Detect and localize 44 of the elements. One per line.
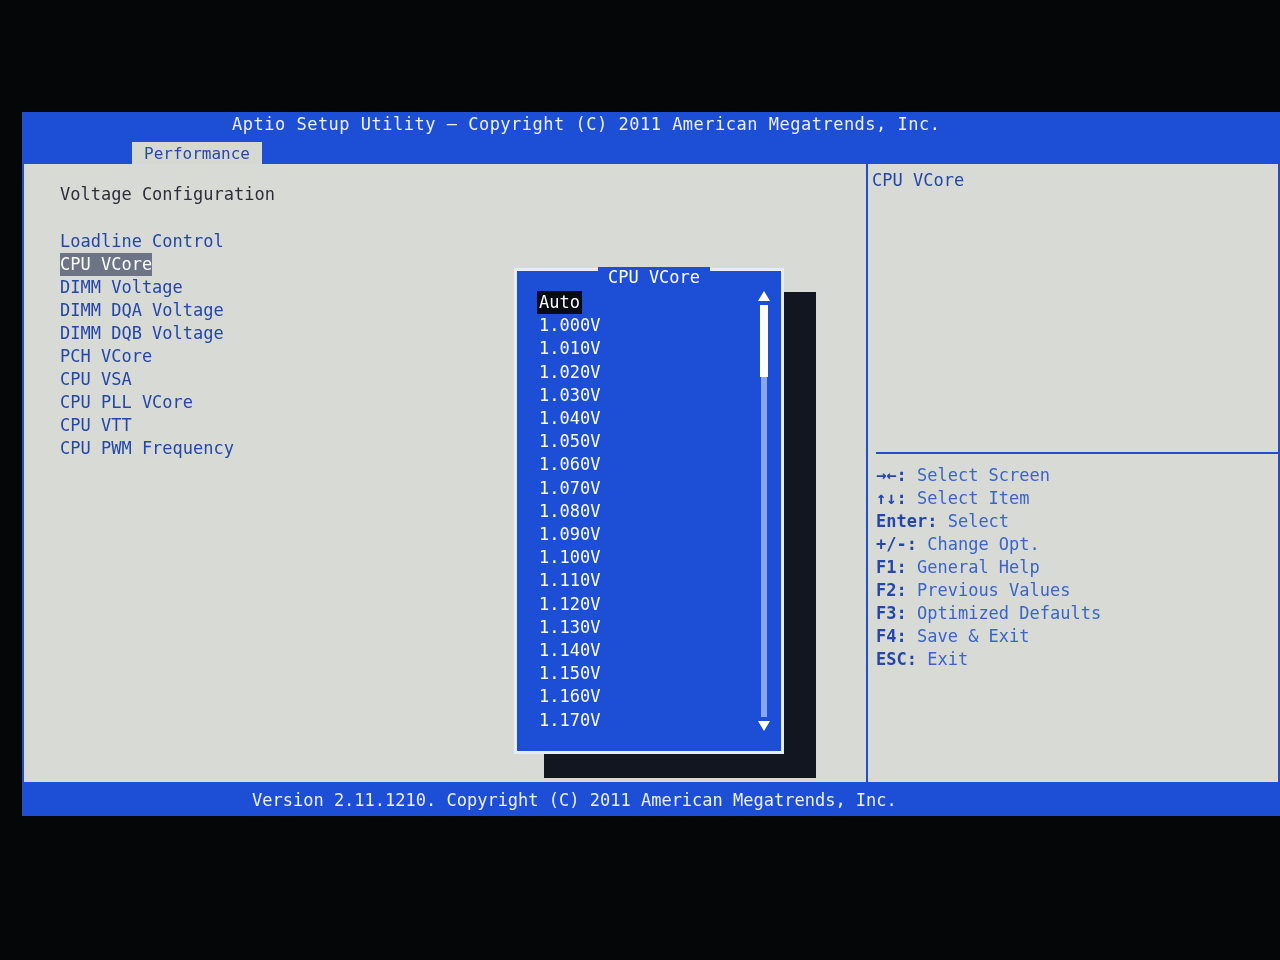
key-hint: F2: Previous Values bbox=[876, 579, 1071, 602]
setting-item[interactable]: DIMM DQB Voltage bbox=[60, 322, 224, 345]
setting-item[interactable]: CPU PWM Frequency bbox=[60, 437, 234, 460]
option-item[interactable]: 1.170V bbox=[537, 708, 603, 732]
option-item[interactable]: 1.050V bbox=[537, 430, 603, 454]
key-hint: F3: Optimized Defaults bbox=[876, 602, 1102, 625]
option-item[interactable]: 1.120V bbox=[537, 592, 603, 616]
key-hint: Enter: Select bbox=[876, 510, 1010, 533]
setting-item[interactable]: CPU VCore bbox=[60, 253, 153, 276]
window-title: Aptio Setup Utility – Copyright (C) 2011 American Megatrends, Inc. bbox=[232, 114, 941, 134]
option-item[interactable]: 1.060V bbox=[537, 453, 603, 477]
option-item[interactable]: 1.030V bbox=[537, 383, 603, 407]
option-item[interactable]: 1.150V bbox=[537, 662, 603, 686]
option-item[interactable]: Auto bbox=[537, 291, 582, 315]
setting-item[interactable]: CPU VSA bbox=[60, 368, 132, 391]
setting-item[interactable]: DIMM DQA Voltage bbox=[60, 299, 224, 322]
setting-item[interactable]: DIMM Voltage bbox=[60, 276, 183, 299]
key-hint: F4: Save & Exit bbox=[876, 625, 1030, 648]
setting-item[interactable]: CPU VTT bbox=[60, 414, 132, 437]
option-item[interactable]: 1.160V bbox=[537, 685, 603, 709]
option-item[interactable]: 1.080V bbox=[537, 499, 603, 524]
help-description: CPU VCore bbox=[872, 170, 965, 190]
menu-tab[interactable]: Performance bbox=[132, 142, 262, 164]
option-item[interactable]: 1.040V bbox=[537, 407, 603, 431]
section-title: Voltage Configuration bbox=[60, 184, 276, 204]
scrollbar-drawing[interactable] bbox=[757, 291, 771, 731]
version-text: Version 2.11.1210. Copyright (C) 2011 American Megatrends, Inc. bbox=[252, 790, 897, 810]
setting-item[interactable]: Loadline Control bbox=[60, 230, 224, 253]
option-item[interactable]: 1.140V bbox=[537, 639, 603, 663]
option-item[interactable]: 1.070V bbox=[537, 476, 603, 500]
setting-item[interactable]: CPU PLL VCore bbox=[60, 391, 194, 414]
option-item[interactable]: 1.110V bbox=[537, 569, 603, 593]
option-item[interactable]: 1.090V bbox=[537, 523, 603, 547]
option-item[interactable]: 1.130V bbox=[537, 615, 603, 640]
option-item[interactable]: 1.010V bbox=[537, 337, 603, 361]
key-hint: ESC: Exit bbox=[876, 648, 969, 671]
key-hint: →←: Select Screen bbox=[876, 464, 1051, 487]
key-hint: F1: General Help bbox=[876, 556, 1040, 579]
setting-item[interactable]: PCH VCore bbox=[60, 345, 153, 368]
option-item[interactable]: 1.020V bbox=[537, 360, 603, 384]
key-hint: ↑↓: Select Item bbox=[876, 487, 1030, 510]
option-item[interactable]: 1.100V bbox=[537, 546, 603, 570]
option-item[interactable]: 1.000V bbox=[537, 314, 603, 338]
key-hint: +/-: Change Opt. bbox=[876, 533, 1040, 556]
